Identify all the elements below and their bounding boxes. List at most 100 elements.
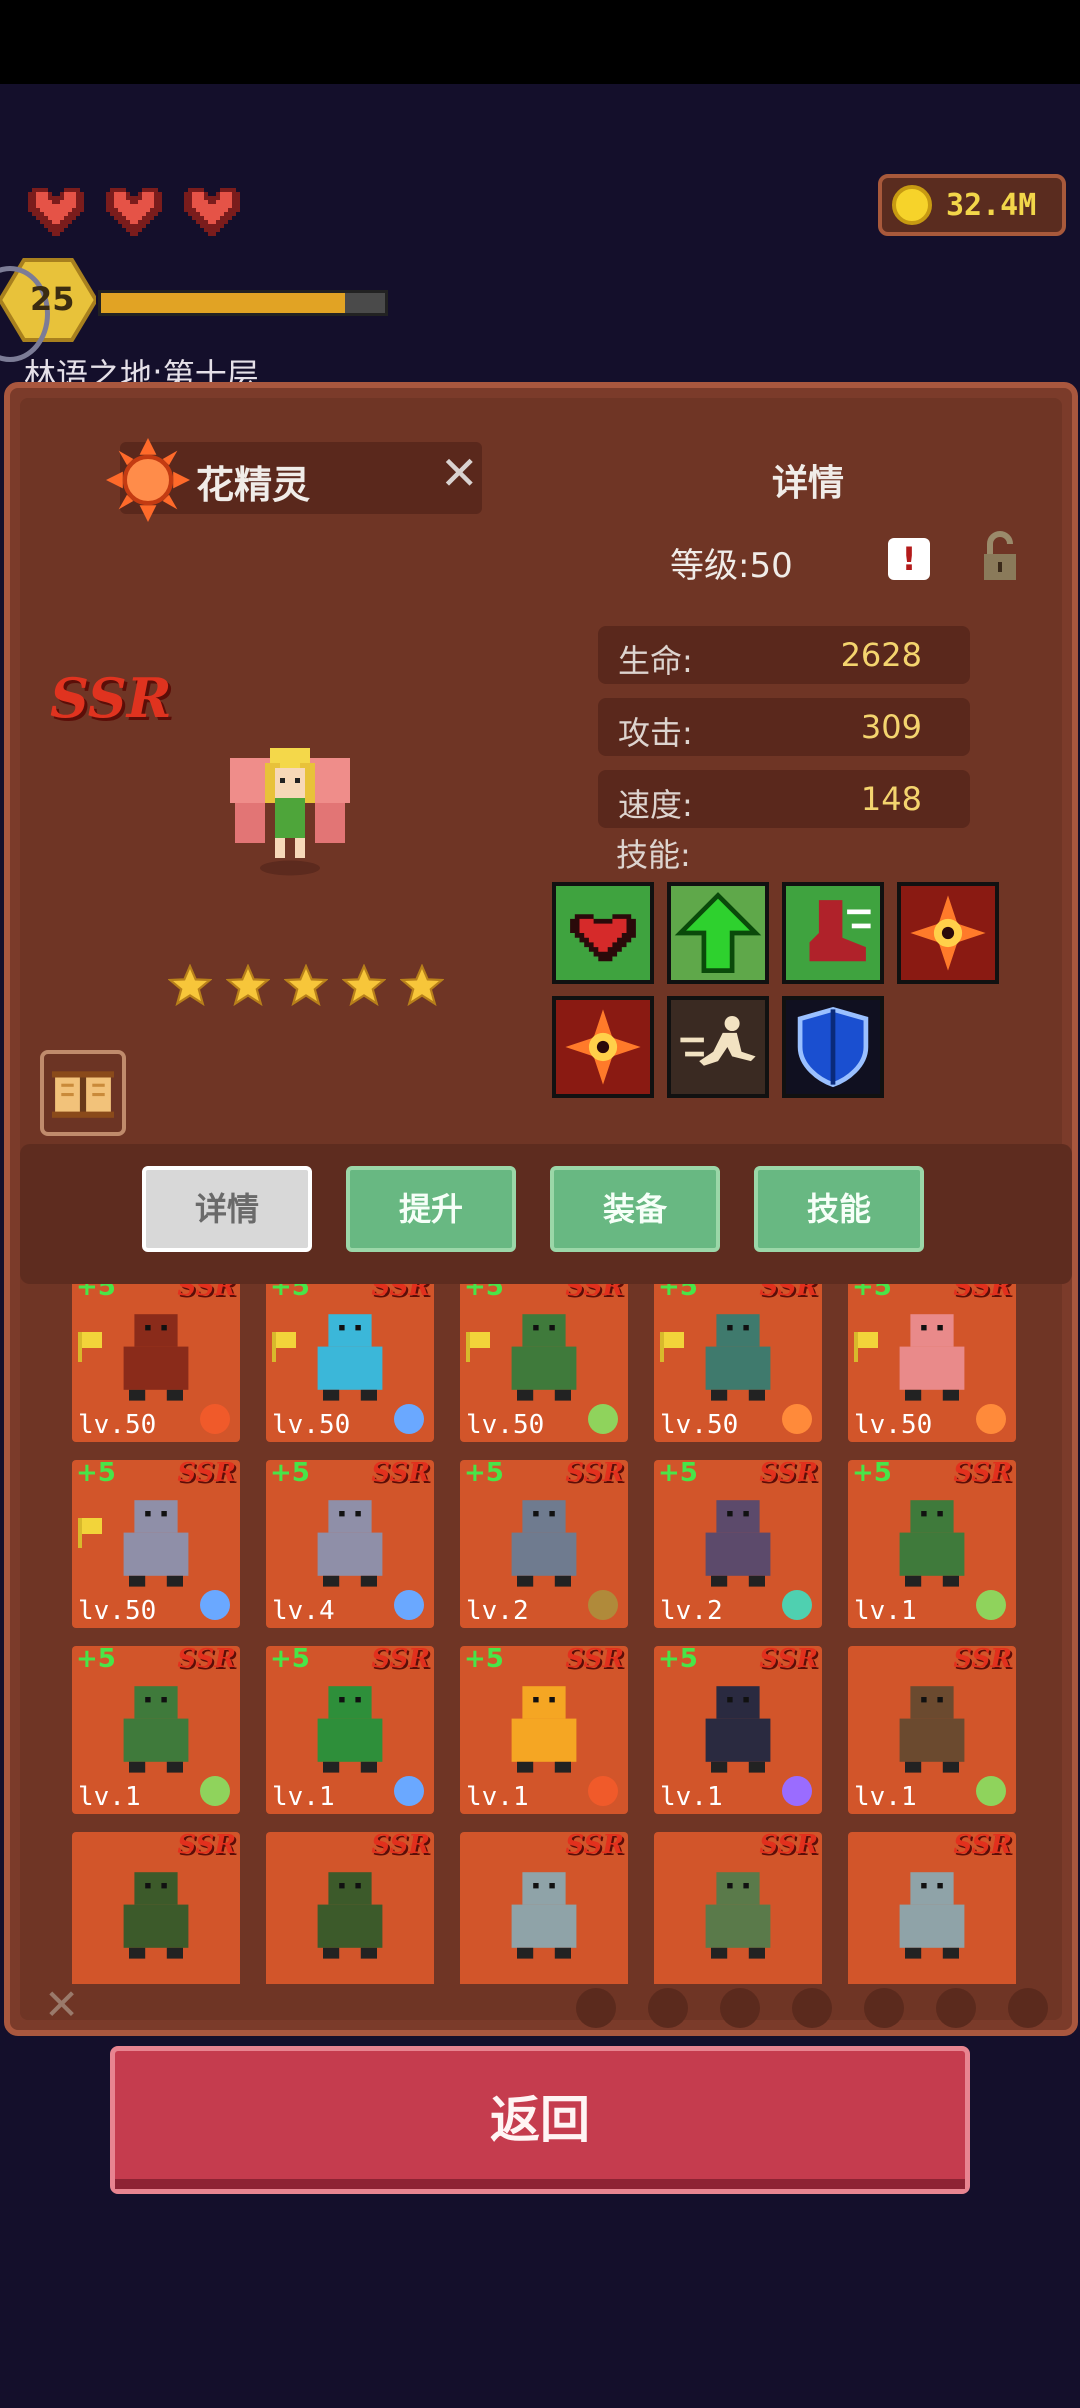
stat-label: 攻击: — [618, 714, 693, 752]
panel-inner: 花精灵 ✕ SSR 详情 等级:50 ! 生命: 2628 攻击: 309 速度 — [20, 398, 1072, 2029]
unit-card[interactable]: SSR — [848, 1830, 1016, 1984]
tab-skills[interactable]: 技能 — [754, 1166, 924, 1252]
water-element-icon — [394, 1776, 424, 1806]
unit-level: lv.50 — [466, 1410, 545, 1440]
unit-card[interactable]: +5 SSR lv.50 — [72, 1458, 240, 1628]
upgrade-plus: +5 — [658, 1458, 698, 1488]
boot-skill-icon[interactable] — [782, 882, 884, 984]
fire-filter-icon[interactable] — [576, 1988, 616, 2028]
unit-card[interactable]: SSR — [460, 1830, 628, 1984]
stat-value: 148 — [860, 780, 922, 818]
monster-sprite — [878, 1298, 986, 1406]
sun-element-icon — [976, 1404, 1006, 1434]
monster-sprite — [490, 1298, 598, 1406]
stat-value: 309 — [860, 708, 922, 746]
sun-element-icon — [106, 438, 190, 522]
unit-level: lv.50 — [854, 1410, 933, 1440]
unit-card[interactable]: +5 SSR lv.1 — [460, 1644, 628, 1814]
tab-details[interactable]: 详情 — [142, 1166, 312, 1252]
upgrade-plus: +5 — [76, 1458, 116, 1488]
earth-filter-icon[interactable] — [648, 1988, 688, 2028]
water-element-icon — [394, 1590, 424, 1620]
rarity-badge: SSR — [759, 1830, 818, 1860]
water-filter-icon[interactable] — [720, 1988, 760, 2028]
unit-card[interactable]: +5 SSR lv.1 — [654, 1644, 822, 1814]
moon-element-icon — [782, 1776, 812, 1806]
alert-icon[interactable]: ! — [888, 538, 930, 580]
element-filters — [576, 1988, 1048, 2028]
rarity-badge: SSR — [565, 1284, 624, 1302]
upgrade-plus: +5 — [270, 1644, 310, 1674]
monster-sprite — [102, 1856, 210, 1964]
monster-sprite — [684, 1670, 792, 1778]
book-button[interactable] — [40, 1050, 126, 1136]
rarity-badge: SSR — [177, 1458, 236, 1488]
rarity-badge: SSR — [565, 1458, 624, 1488]
unit-grid: +5 SSR lv.50 +5 SSR lv.50 +5 SSR lv.50 +5 SSR lv.50… — [20, 1284, 1072, 1984]
unit-card[interactable]: +5 SSR lv.2 — [654, 1458, 822, 1628]
unit-card[interactable]: +5 SSR lv.1 — [72, 1644, 240, 1814]
unit-card[interactable]: +5 SSR lv.4 — [266, 1458, 434, 1628]
details-title: 详情 — [772, 463, 845, 504]
close-name-button[interactable]: ✕ — [440, 446, 479, 500]
monster-sprite — [684, 1484, 792, 1592]
leaf-element-icon — [200, 1776, 230, 1806]
rarity-badge: SSR — [177, 1644, 236, 1674]
refresh-filter-icon[interactable] — [1008, 1988, 1048, 2028]
wind-filter-icon[interactable] — [792, 1988, 832, 2028]
heart-skill-icon[interactable] — [552, 882, 654, 984]
tab-upgrade[interactable]: 提升 — [346, 1166, 516, 1252]
monster-sprite — [490, 1670, 598, 1778]
unit-level: lv.2 — [466, 1596, 529, 1626]
gold-counter[interactable]: 32.4M — [878, 174, 1066, 236]
unit-card[interactable]: +5 SSR lv.50 — [266, 1284, 434, 1442]
unit-card[interactable]: +5 SSR lv.50 — [460, 1284, 628, 1442]
unit-level: lv.50 — [78, 1596, 157, 1626]
heart-icon — [184, 188, 240, 236]
arrow-up-skill-icon[interactable] — [667, 882, 769, 984]
upgrade-plus: +5 — [270, 1458, 310, 1488]
shield-skill-icon[interactable] — [782, 996, 884, 1098]
sun-filter-icon[interactable] — [936, 1988, 976, 2028]
unit-card[interactable]: +5 SSR lv.50 — [848, 1284, 1016, 1442]
upgrade-plus: +5 — [658, 1284, 698, 1302]
tab-equipment[interactable]: 装备 — [550, 1166, 720, 1252]
rarity-badge: SSR — [759, 1644, 818, 1674]
leaf-element-icon — [976, 1590, 1006, 1620]
unit-level: lv.50 — [272, 1410, 351, 1440]
status-bar — [0, 0, 1080, 84]
close-filter-button[interactable]: ✕ — [44, 1980, 79, 2029]
upgrade-plus: +5 — [76, 1644, 116, 1674]
player-level: 25 — [30, 280, 75, 318]
rarity-badge: SSR — [177, 1830, 236, 1860]
fire-burst-skill-icon[interactable] — [897, 882, 999, 984]
coin-icon — [892, 185, 932, 225]
unit-card[interactable]: +5 SSR lv.50 — [654, 1284, 822, 1442]
upgrade-plus: +5 — [852, 1458, 892, 1488]
unit-card[interactable]: +5 SSR lv.2 — [460, 1458, 628, 1628]
rarity-badge: SSR — [759, 1284, 818, 1302]
unit-card[interactable]: +5 SSR lv.1 — [848, 1458, 1016, 1628]
flag-icon — [76, 1518, 104, 1548]
fire-burst-skill-icon[interactable] — [552, 996, 654, 1098]
dash-skill-icon[interactable] — [667, 996, 769, 1098]
water-element-icon — [394, 1404, 424, 1434]
unit-card[interactable]: SSR — [72, 1830, 240, 1984]
monster-sprite — [296, 1856, 404, 1964]
gold-amount: 32.4M — [946, 187, 1037, 223]
unit-card[interactable]: +5 SSR lv.1 — [266, 1644, 434, 1814]
lock-icon[interactable] — [980, 530, 1020, 582]
stat-attack: 攻击: 309 — [598, 698, 970, 756]
leaf-filter-icon[interactable] — [864, 1988, 904, 2028]
unit-card[interactable]: +5 SSR lv.50 — [72, 1284, 240, 1442]
character-name: 花精灵 — [196, 463, 311, 507]
unit-card[interactable]: SSR — [654, 1830, 822, 1984]
unit-card[interactable]: SSR lv.1 — [848, 1644, 1016, 1814]
upgrade-plus: +5 — [464, 1458, 504, 1488]
unit-card[interactable]: SSR — [266, 1830, 434, 1984]
monster-sprite — [102, 1670, 210, 1778]
return-button[interactable]: 返回 — [110, 2046, 970, 2194]
stat-label: 速度: — [618, 786, 693, 824]
return-label: 返回 — [490, 2091, 590, 2149]
rarity-badge: SSR — [953, 1284, 1012, 1302]
